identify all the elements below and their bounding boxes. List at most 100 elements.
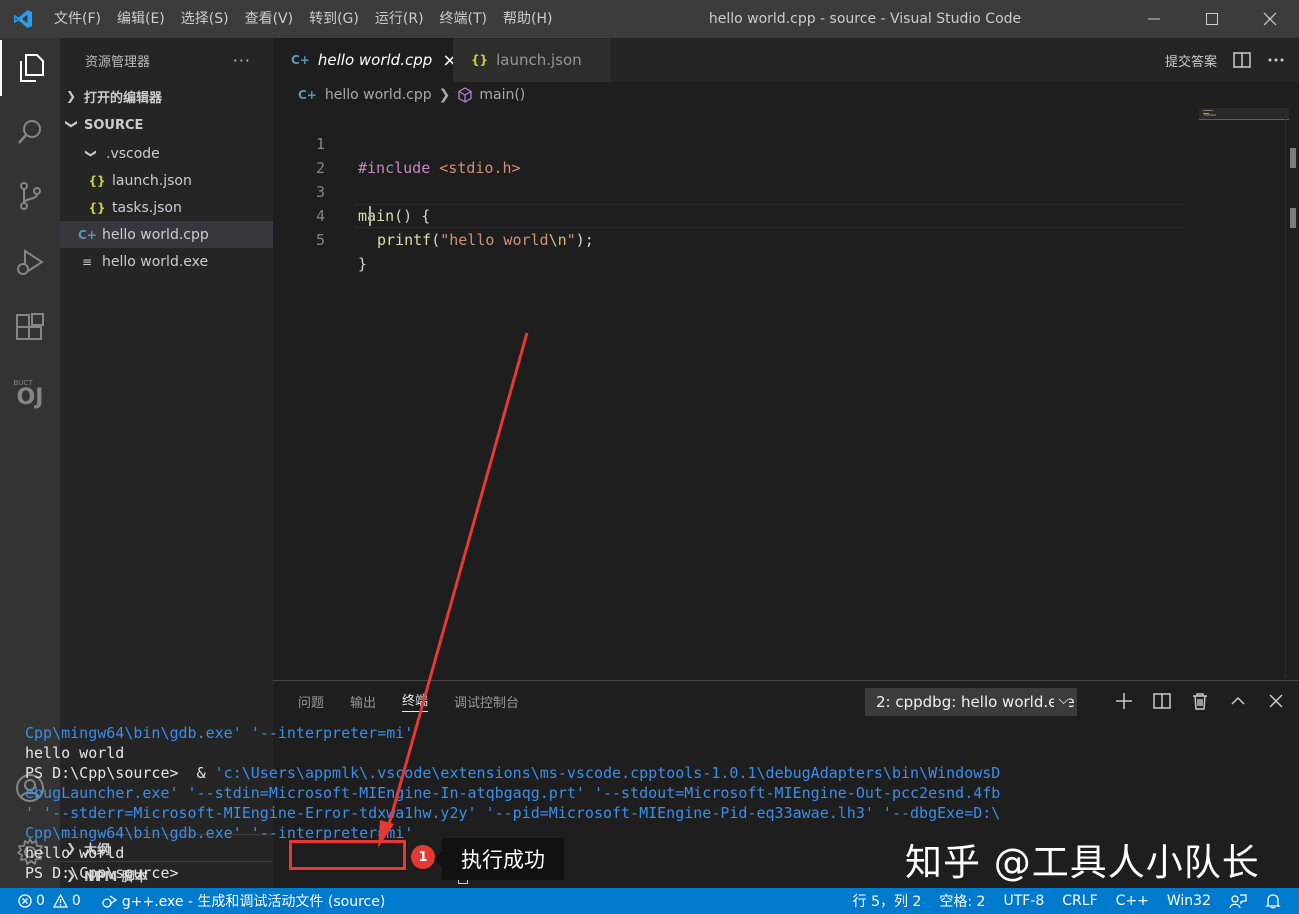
menu-edit[interactable]: 编辑(E) [109,0,173,38]
menu-go[interactable]: 转到(G) [301,0,367,38]
source-control-icon[interactable] [0,168,60,224]
menu-view[interactable]: 查看(V) [237,0,302,38]
minimize-button[interactable] [1125,0,1183,38]
code-line: 5 } [273,204,1283,273]
breadcrumb-file[interactable]: hello world.cpp [325,87,432,103]
chevron-down-icon: ⌵ [1054,692,1069,708]
menu-bar: 文件(F) 编辑(E) 选择(S) 查看(V) 转到(G) 运行(R) 终端(T… [46,0,560,38]
minimap-slider[interactable] [1199,108,1289,120]
file-icon: ≡ [81,254,93,269]
terminal-command-line: PS D:\Cpp\source> & 'c:\Users\appmlk\.vs… [25,763,1000,783]
menu-file[interactable]: 文件(F) [46,0,109,38]
code-line: 4 printf("hello world\n"); [273,180,1283,249]
run-debug-icon[interactable] [0,234,60,290]
folder-label: SOURCE [84,117,144,133]
tab-launch-json[interactable]: {} launch.json [453,38,610,82]
terminal-line: Cpp\mingw64\bin\gdb.exe' '--interpreter=… [25,724,414,742]
trash-icon[interactable] [1191,692,1209,710]
tab-hello-world-cpp[interactable]: C+ hello world.cpp × [273,38,457,82]
tree-label: .vscode [106,145,160,162]
vscode-logo-icon [0,0,46,38]
tree-folder-vscode[interactable]: ❯ .vscode [60,140,273,167]
indentation[interactable]: 空格: 2 [939,891,985,911]
cpp-file-icon: C+ [78,227,97,242]
line-number: 5 [315,231,325,249]
code-string: "hello world [440,231,549,249]
breadcrumb-symbol[interactable]: main() [479,87,525,103]
more-actions-button[interactable]: ··· [233,51,251,70]
tab-output[interactable]: 输出 [350,692,376,711]
oj-big-label: OJ [16,385,44,410]
close-panel-icon[interactable] [1267,692,1285,710]
run-task-status[interactable]: g++.exe - 生成和调试活动文件 (source) [101,891,385,911]
maximize-button[interactable] [1183,0,1241,38]
code-editor[interactable]: 1 #include <stdio.h> 2 3 main() { 4 prin… [273,108,1299,678]
menu-help[interactable]: 帮助(H) [495,0,560,38]
editor-tab-bar: C+ hello world.cpp × {} launch.json 提交答案 [273,38,1299,82]
folder-section-source[interactable]: ❯ SOURCE [60,110,273,140]
tab-problems[interactable]: 问题 [298,692,324,711]
explorer-icon[interactable] [0,40,60,96]
watermark: 知乎 @工具人小队长 [905,841,1260,884]
menu-run[interactable]: 运行(R) [367,0,432,38]
split-editor-icon[interactable] [1233,52,1251,68]
new-terminal-plus-icon[interactable] [1115,692,1133,710]
explorer-header: 资源管理器 ··· [60,38,273,82]
extensions-icon[interactable] [0,300,60,356]
code-line: 1 #include <stdio.h> [273,108,1283,177]
chevron-right-icon: ❯ [438,87,451,103]
tree-label: tasks.json [112,199,182,216]
search-icon[interactable] [0,104,60,160]
feedback-icon[interactable] [1229,893,1247,909]
close-icon [1263,12,1277,26]
annotation-callout: 执行成功 [434,838,564,880]
platform[interactable]: Win32 [1167,893,1211,909]
notifications-bell-icon[interactable] [1265,893,1281,909]
tab-label: hello world.cpp [317,51,433,69]
tab-debug-console[interactable]: 调试控制台 [454,692,519,711]
buct-oj-icon[interactable]: BUCT OJ [0,366,60,422]
cpp-file-icon: C+ [291,53,310,67]
maximize-icon [1206,13,1218,25]
json-file-icon: {} [471,53,489,67]
vertical-scrollbar[interactable] [1285,108,1299,678]
end-of-line[interactable]: CRLF [1062,893,1097,909]
more-actions-icon[interactable] [1267,52,1285,68]
cpp-file-icon: C+ [298,88,317,102]
symbol-method-icon [457,87,473,103]
code-line: 2 [273,132,1283,177]
maximize-panel-chevron-up-icon[interactable] [1229,692,1247,710]
tree-label: launch.json [112,172,192,189]
submit-answer-button[interactable]: 提交答案 [1165,51,1217,70]
task-label: g++.exe - 生成和调试活动文件 (source) [121,894,386,910]
tree-file-hello-world-exe[interactable]: ≡ hello world.exe [60,248,273,275]
open-editors-label: 打开的编辑器 [84,90,163,106]
error-count: 0 [36,893,45,909]
scrollbar-thumb[interactable] [1290,148,1296,168]
minimize-icon [1148,18,1160,20]
problems-status[interactable]: 0 0 [18,893,81,909]
close-window-button[interactable] [1241,0,1299,38]
language-mode[interactable]: C++ [1116,893,1149,909]
terminal-instance-select[interactable]: 2: cppdbg: hello world.exe ⌵ [865,688,1077,716]
tree-file-hello-world-cpp[interactable]: C+ hello world.cpp [60,221,273,248]
tree-file-tasks-json[interactable]: {} tasks.json [60,194,273,221]
open-editors-section[interactable]: ❯ 打开的编辑器 [60,82,273,110]
menu-terminal[interactable]: 终端(T) [432,0,495,38]
menu-selection[interactable]: 选择(S) [173,0,237,38]
code-escape: \n [548,231,567,249]
tree-file-launch-json[interactable]: {} launch.json [60,167,273,194]
chevron-right-icon: ❯ [66,89,77,103]
json-file-icon: {} [88,173,106,188]
encoding[interactable]: UTF-8 [1003,893,1044,909]
split-terminal-icon[interactable] [1153,692,1171,710]
panel-tabs: 问题 输出 终端 调试控制台 [298,681,519,721]
terminal-command: 'c:\Users\appmlk\.vscode\extensions\ms-v… [214,764,1000,782]
debug-config-icon [102,895,117,908]
annotation-highlight-box [289,840,406,870]
cursor-position[interactable]: 行 5，列 2 [853,891,922,911]
text-cursor [369,206,371,226]
tab-terminal[interactable]: 终端 [402,690,429,712]
terminal-select-value: 2: cppdbg: hello world.exe [876,693,1075,711]
terminal-line: ebugLauncher.exe' '--stdin=Microsoft-MIE… [25,784,1000,802]
